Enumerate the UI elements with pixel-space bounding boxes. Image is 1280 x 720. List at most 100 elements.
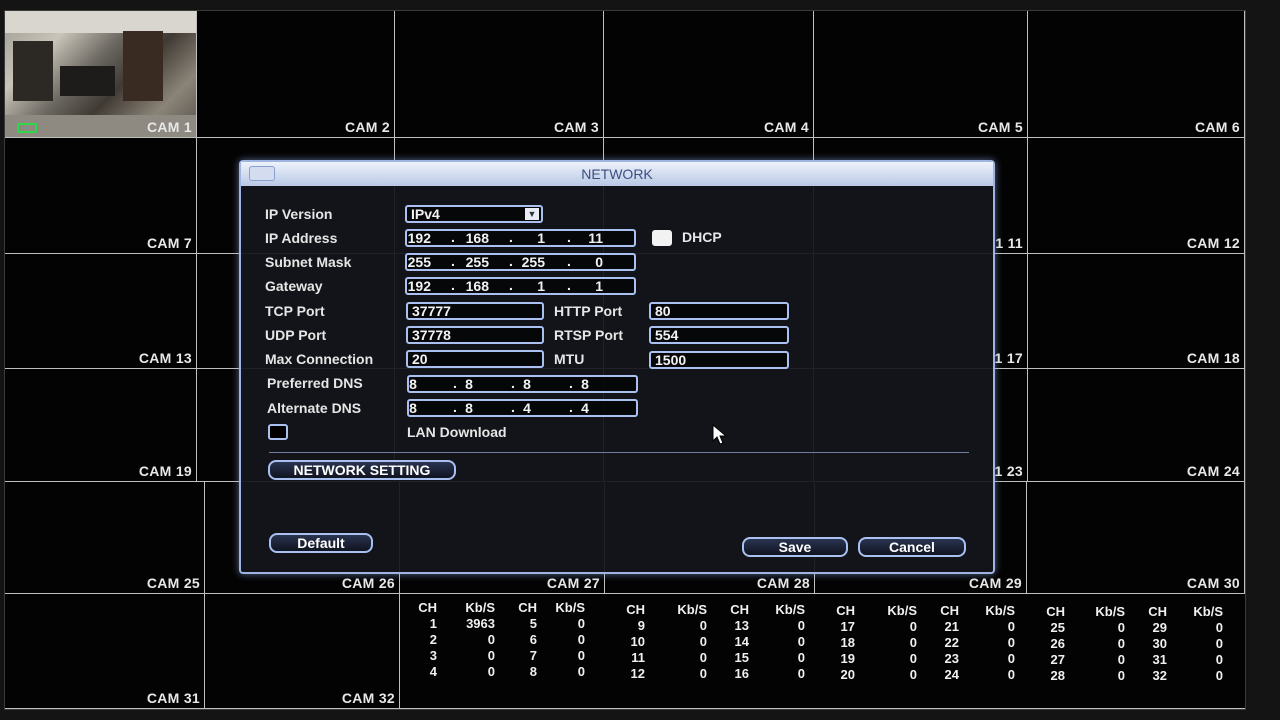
ip-octet[interactable]: 255 — [461, 255, 489, 269]
gateway-field[interactable]: 192 . 168 . 1 . 1 — [405, 277, 636, 295]
camera-cell-7[interactable]: CAM 7 — [5, 138, 197, 254]
camera-cell-32[interactable]: CAM 32 — [205, 594, 400, 709]
table-row: 17 0 21 0 — [840, 618, 1015, 634]
ip-address-field[interactable]: 192 . 168 . 1 . 11 — [405, 229, 636, 247]
divider — [269, 452, 969, 453]
http-port-field[interactable]: 80 — [649, 302, 789, 320]
max-connection-label: Max Connection — [265, 351, 374, 367]
camera-cell-18[interactable]: CAM 18 — [1028, 254, 1245, 369]
table-row: 28 0 32 0 — [1050, 667, 1223, 683]
ip-octet[interactable]: 11 — [575, 231, 603, 245]
ip-octet[interactable]: 192 — [403, 231, 431, 245]
table-row: 19 0 23 0 — [840, 650, 1015, 666]
camera-label: CAM 13 — [138, 350, 192, 366]
bitrate-stats-group-1: CH Kb/S CH Kb/S 1 3963 5 0 2060 3070 4080 — [413, 599, 603, 679]
udp-port-label: UDP Port — [265, 327, 327, 343]
table-row: 26 0 30 0 — [1050, 635, 1223, 651]
table-row: 4080 — [429, 663, 585, 679]
camera-cell-6[interactable]: CAM 6 — [1028, 11, 1245, 138]
mtu-field[interactable]: 1500 — [649, 351, 789, 369]
dhcp-checkbox[interactable] — [652, 230, 672, 246]
column-header: CH — [518, 599, 537, 615]
camera-cell-25[interactable]: CAM 25 — [5, 482, 205, 594]
ip-octet[interactable]: 8 — [455, 377, 483, 391]
table-row: 1 3963 5 0 — [429, 615, 585, 631]
ip-octet[interactable]: 1 — [517, 231, 545, 245]
camera-label: CAM 4 — [763, 119, 809, 135]
default-button[interactable]: Default — [269, 533, 373, 553]
table-row: 9 0 13 0 — [637, 617, 805, 633]
ip-octet[interactable]: 255 — [403, 255, 431, 269]
camera-cell-24[interactable]: CAM 24 — [1028, 369, 1245, 482]
tcp-port-field[interactable]: 37777 — [406, 302, 544, 320]
ip-octet[interactable]: 168 — [461, 231, 489, 245]
column-header: CH — [730, 601, 749, 617]
ip-version-label: IP Version — [265, 206, 333, 222]
udp-port-field[interactable]: 37778 — [406, 326, 544, 344]
camera-label: 1 23 — [994, 463, 1023, 479]
camera-label: CAM 18 — [1186, 350, 1240, 366]
alternate-dns-label: Alternate DNS — [267, 400, 362, 416]
cancel-button[interactable]: Cancel — [858, 537, 966, 557]
subnet-mask-label: Subnet Mask — [265, 254, 352, 270]
camera-label: CAM 26 — [341, 575, 395, 591]
camera-label: CAM 29 — [968, 575, 1022, 591]
rtsp-port-field[interactable]: 554 — [649, 326, 789, 344]
table-row: 27 0 31 0 — [1050, 651, 1223, 667]
recording-icon — [17, 123, 37, 133]
camera-cell-30[interactable]: CAM 30 — [1027, 482, 1245, 594]
ip-octet[interactable]: 1 — [575, 279, 603, 293]
camera-cell-5[interactable]: CAM 5 — [814, 11, 1028, 138]
ip-octet[interactable]: 1 — [517, 279, 545, 293]
camera-cell-13[interactable]: CAM 13 — [5, 254, 197, 369]
bitrate-stats-group-2: CH Kb/S CH Kb/S 9 0 13 0 10 0 14 0 11 0 15 0 12 0 1… — [621, 601, 811, 681]
table-row: 25 0 29 0 — [1050, 619, 1223, 635]
monitor-frame: CAM 1 CAM 2 CAM 3 CAM 4 CAM 5 CAM 6 CAM … — [0, 0, 1280, 720]
camera-label: 1 11 — [995, 235, 1023, 251]
ip-octet[interactable]: 168 — [461, 279, 489, 293]
camera-label: CAM 27 — [546, 575, 600, 591]
column-header: CH — [626, 601, 645, 617]
preferred-dns-field[interactable]: 8 . 8 . 8 . 8 — [407, 375, 638, 393]
camera-cell-3[interactable]: CAM 3 — [395, 11, 604, 138]
lan-download-checkbox[interactable] — [268, 424, 288, 440]
camera-cell-12[interactable]: CAM 12 — [1028, 138, 1245, 254]
subnet-mask-field[interactable]: 255 . 255 . 255 . 0 — [405, 253, 636, 271]
bitrate-stats-group-4: CH Kb/S CH Kb/S 25 0 29 0 26 0 30 0 27 0 31 0 28 0… — [1041, 603, 1231, 683]
network-setting-button[interactable]: NETWORK SETTING — [268, 460, 456, 480]
column-header: CH — [940, 602, 959, 618]
save-button[interactable]: Save — [742, 537, 848, 557]
ip-octet[interactable]: 8 — [571, 377, 599, 391]
preferred-dns-label: Preferred DNS — [267, 375, 363, 391]
column-header: Kb/S — [887, 602, 917, 618]
ip-octet[interactable]: 8 — [513, 377, 541, 391]
ip-octet[interactable]: 255 — [517, 255, 545, 269]
ip-octet[interactable]: 0 — [575, 255, 603, 269]
ip-octet[interactable]: 4 — [513, 401, 541, 415]
ip-version-select[interactable]: IPv4 ▼ — [405, 205, 543, 223]
ip-octet[interactable]: 8 — [455, 401, 483, 415]
ip-octet[interactable]: 192 — [403, 279, 431, 293]
rtsp-port-label: RTSP Port — [554, 327, 623, 343]
table-row: 10 0 14 0 — [630, 633, 805, 649]
http-port-label: HTTP Port — [554, 303, 623, 319]
chevron-down-icon[interactable]: ▼ — [525, 208, 539, 220]
dialog-title-bar[interactable]: NETWORK — [241, 162, 993, 186]
alternate-dns-field[interactable]: 8 . 8 . 4 . 4 — [407, 399, 638, 417]
column-header: Kb/S — [775, 601, 805, 617]
mouse-cursor-icon — [712, 424, 728, 445]
camera-cell-4[interactable]: CAM 4 — [604, 11, 814, 138]
ip-octet[interactable]: 8 — [399, 377, 427, 391]
camera-cell-2[interactable]: CAM 2 — [197, 11, 395, 138]
table-row: 18 0 22 0 — [840, 634, 1015, 650]
column-header: CH — [418, 599, 437, 615]
camera-cell-19[interactable]: CAM 19 — [5, 369, 197, 482]
camera-label: CAM 12 — [1186, 235, 1240, 251]
camera-cell-31[interactable]: CAM 31 — [5, 594, 205, 709]
camera-cell-1[interactable]: CAM 1 — [5, 11, 197, 138]
max-connection-field[interactable]: 20 — [406, 350, 544, 368]
ip-octet[interactable]: 8 — [399, 401, 427, 415]
settings-icon — [249, 166, 275, 181]
ip-octet[interactable]: 4 — [571, 401, 599, 415]
camera-label: CAM 30 — [1186, 575, 1240, 591]
